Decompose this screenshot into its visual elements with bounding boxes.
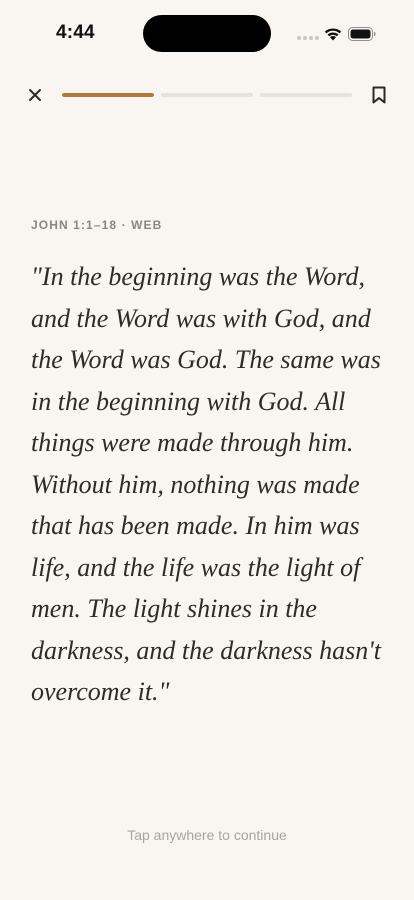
verse-text: "In the beginning was the Word, and the … [31, 262, 382, 706]
close-button[interactable] [24, 84, 46, 106]
scripture-reference: JOHN 1:1–18 · WEB [31, 218, 163, 232]
bookmark-button[interactable] [368, 84, 390, 106]
progress-segment-fill [62, 93, 154, 97]
status-time: 4:44 [56, 22, 95, 43]
progress-segment [161, 93, 253, 97]
status-bar: 4:44 [0, 0, 414, 64]
wifi-icon [324, 28, 342, 41]
continue-hint: Tap anywhere to continue [127, 827, 287, 843]
close-icon [29, 89, 41, 101]
progress-segment [62, 93, 154, 97]
bookmark-icon [372, 86, 386, 104]
story-progress [62, 93, 352, 97]
dynamic-island [143, 15, 271, 52]
progress-segment [260, 93, 352, 97]
reader-top-controls [0, 80, 414, 110]
battery-icon [348, 27, 376, 41]
signal-icon [297, 36, 319, 40]
